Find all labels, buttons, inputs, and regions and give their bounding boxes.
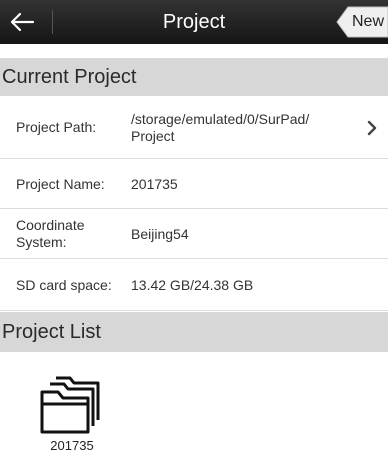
- project-name-row: Project Name: 201735: [0, 159, 388, 209]
- new-button-label: New: [351, 13, 384, 30]
- project-folder-label: 201735: [50, 438, 94, 453]
- new-project-button[interactable]: New: [336, 6, 388, 38]
- sd-card-space-label: SD card space:: [16, 277, 112, 293]
- coordinate-system-label: Coordinate System:: [16, 217, 85, 250]
- project-name-value: 201735: [131, 176, 178, 192]
- sd-card-space-value: 13.42 GB/24.38 GB: [131, 277, 254, 293]
- sd-card-space-row: SD card space: 13.42 GB/24.38 GB: [0, 259, 388, 311]
- top-bar: Project New: [0, 0, 388, 44]
- project-list-heading: Project List: [0, 312, 388, 352]
- chevron-right-icon: [367, 120, 377, 136]
- project-path-value: /storage/emulated/0/SurPad/ Project: [131, 111, 310, 144]
- project-folder-item[interactable]: 201735: [36, 370, 108, 453]
- coordinate-system-row: Coordinate System: Beijing54: [0, 209, 388, 259]
- current-project-heading: Current Project: [0, 58, 388, 96]
- project-path-label: Project Path:: [16, 119, 97, 135]
- coordinate-system-value: Beijing54: [131, 226, 189, 242]
- project-name-label: Project Name:: [16, 176, 105, 192]
- project-path-row[interactable]: Project Path: /storage/emulated/0/SurPad…: [0, 97, 388, 159]
- folder-icon: [40, 376, 100, 434]
- page-title: Project: [162, 11, 226, 33]
